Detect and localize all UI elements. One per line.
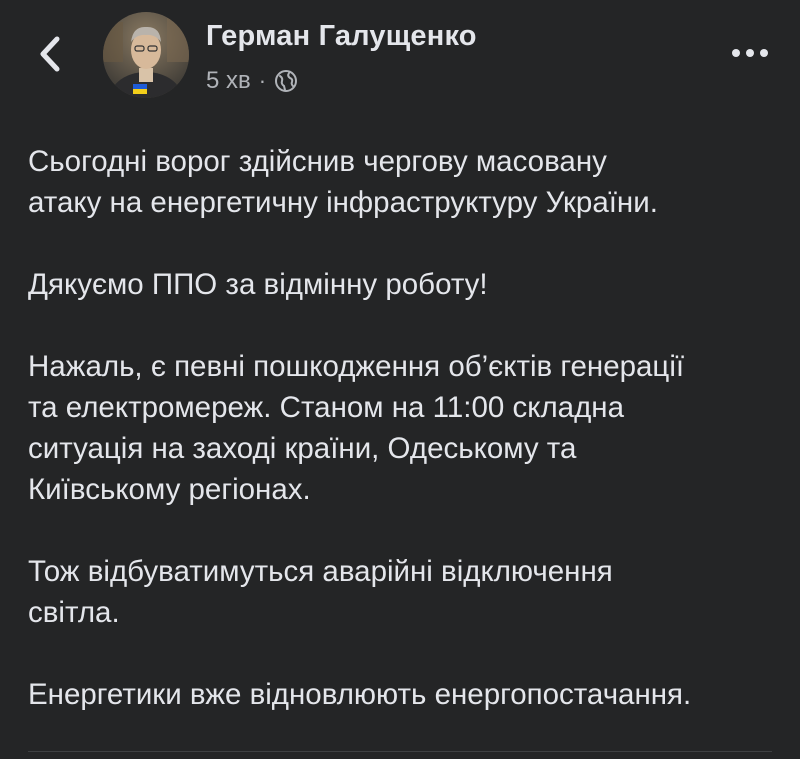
avatar-image (103, 12, 189, 98)
divider (28, 751, 772, 752)
meta-separator: · (258, 68, 267, 93)
more-options-button[interactable] (728, 38, 772, 68)
post-paragraph: Енергетики вже відновлюють енергопостача… (28, 678, 692, 711)
back-button[interactable] (28, 30, 72, 78)
more-horizontal-icon (732, 49, 768, 57)
author-name[interactable]: Герман Галущенко (206, 20, 477, 53)
timestamp[interactable]: 5 хв (206, 67, 251, 95)
post-paragraph: Сьогодні ворог здійснив чергову масовану… (28, 145, 658, 219)
globe-icon[interactable] (274, 69, 298, 93)
post-paragraph: Тож відбуватимуться аварійні відключення… (28, 555, 613, 629)
post-paragraph: Нажаль, є певні пошкодження об’єктів ген… (28, 350, 685, 506)
author-avatar[interactable] (103, 12, 189, 98)
post-text: Сьогодні ворог здійснив чергову масовану… (28, 141, 788, 715)
post-meta: 5 хв · (206, 66, 298, 96)
post-header: Герман Галущенко 5 хв · (0, 0, 800, 110)
chevron-left-icon (40, 36, 60, 72)
post-paragraph: Дякуємо ППО за відмінну роботу! (28, 268, 488, 301)
